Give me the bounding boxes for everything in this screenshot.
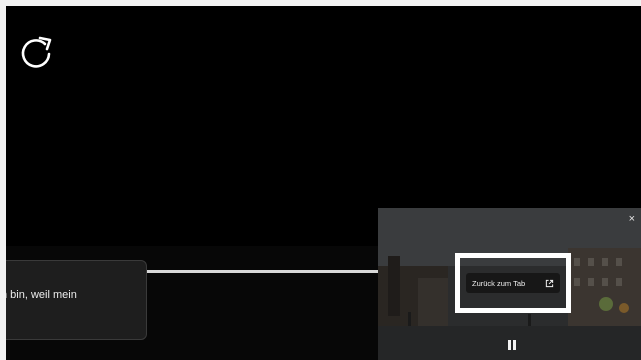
back-to-tab-label: Zurück zum Tab (472, 278, 526, 288)
close-icon[interactable]: × (629, 213, 635, 225)
video-player: n bin, weil mein × Zurück zum Tab (6, 6, 641, 360)
open-in-new-icon (545, 279, 554, 287)
back-to-tab-button[interactable]: Zurück zum Tab (466, 273, 560, 293)
picture-in-picture-window[interactable]: × Zurück zum Tab (378, 208, 641, 360)
progress-bar[interactable] (146, 270, 384, 273)
subtitle-panel: n bin, weil mein (6, 260, 147, 340)
reload-button[interactable] (16, 34, 56, 74)
reload-icon (21, 36, 52, 68)
subtitle-text: n bin, weil mein (6, 289, 77, 301)
pause-icon[interactable] (507, 339, 517, 351)
